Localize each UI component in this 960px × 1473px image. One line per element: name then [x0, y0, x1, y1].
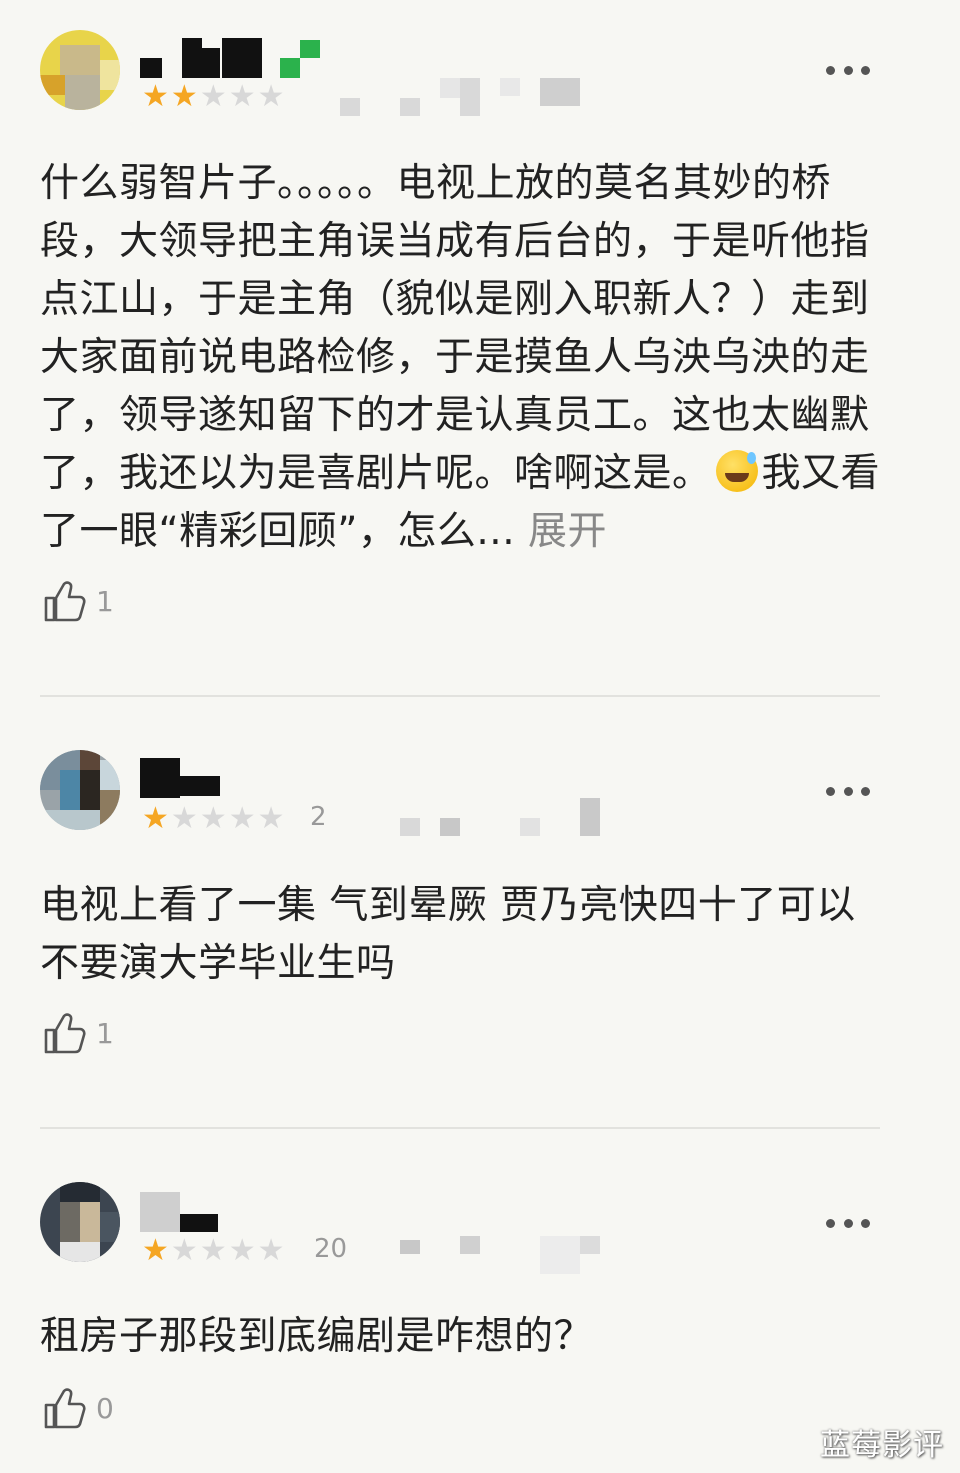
like-count: 1 — [96, 584, 114, 618]
divider — [40, 1127, 880, 1129]
rating-stars: ★ ★ ★ ★ ★ — [142, 1236, 285, 1266]
like-count: 0 — [96, 1391, 114, 1425]
like-button[interactable]: 1 — [42, 578, 114, 624]
thumbs-up-icon — [44, 581, 86, 622]
star-icon: ★ — [170, 1233, 198, 1268]
star-icon: ★ — [170, 801, 198, 836]
thumbs-up-icon — [44, 1388, 86, 1429]
like-button[interactable]: 1 — [42, 1010, 114, 1056]
more-dots-icon — [826, 1218, 835, 1228]
star-icon: ★ — [257, 801, 285, 836]
star-icon: ★ — [257, 79, 285, 114]
star-icon: ★ — [142, 1233, 169, 1268]
avatar[interactable] — [40, 1182, 120, 1262]
star-icon: ★ — [199, 79, 227, 114]
star-icon: ★ — [257, 1233, 285, 1268]
star-icon: ★ — [142, 79, 169, 114]
expand-link[interactable]: 展开 — [528, 509, 607, 554]
rating-stars: ★ ★ ★ ★ ★ — [142, 82, 285, 112]
sweat-smile-emoji-icon — [715, 450, 758, 492]
star-icon: ★ — [228, 801, 256, 836]
more-dots-icon — [826, 786, 835, 796]
comment-date: 20 — [314, 1234, 348, 1264]
avatar[interactable] — [40, 750, 120, 830]
comment-date: 2 — [310, 802, 327, 832]
comment-text: 电视上看了一集 气到晕厥 贾乃亮快四十了可以不要演大学毕业生吗 — [40, 883, 856, 986]
avatar[interactable] — [40, 30, 120, 110]
star-icon: ★ — [199, 1233, 227, 1268]
rating-stars: ★ ★ ★ ★ ★ — [142, 804, 285, 834]
more-options-button[interactable] — [826, 1216, 870, 1230]
star-icon: ★ — [142, 801, 169, 836]
like-button[interactable]: 0 — [42, 1385, 114, 1431]
star-icon: ★ — [170, 79, 198, 114]
watermark: 蓝莓影评 — [820, 1428, 944, 1463]
comment-text: 租房子那段到底编剧是咋想的？ — [40, 1314, 594, 1359]
like-count: 1 — [96, 1016, 114, 1050]
more-options-button[interactable] — [826, 784, 870, 798]
comment-body: 什么弱智片子。。。。。电视上放的莫名其妙的桥段，大领导把主角误当成有后台的，于是… — [40, 161, 870, 496]
thumbs-up-icon — [44, 1013, 86, 1054]
star-icon: ★ — [199, 801, 227, 836]
star-icon: ★ — [228, 79, 256, 114]
divider — [40, 695, 880, 697]
comment-text: 什么弱智片子。。。。。电视上放的莫名其妙的桥段，大领导把主角误当成有后台的，于是… — [40, 155, 885, 561]
more-options-button[interactable] — [826, 63, 870, 77]
star-icon: ★ — [228, 1233, 256, 1268]
more-dots-icon — [826, 65, 835, 75]
